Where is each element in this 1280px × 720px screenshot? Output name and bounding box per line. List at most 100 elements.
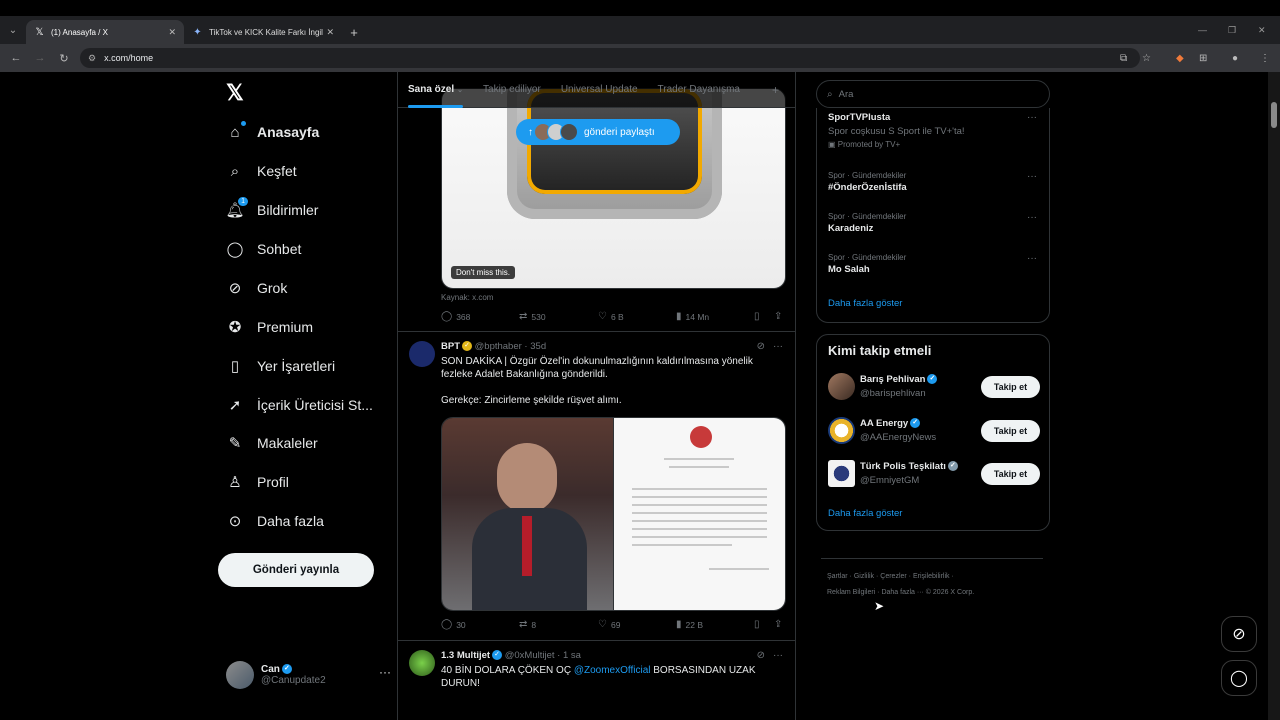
- grok-icon[interactable]: ⊘: [757, 650, 765, 661]
- media-source[interactable]: Kaynak: x.com: [441, 293, 493, 302]
- share-button[interactable]: ⇪: [774, 619, 786, 630]
- install-app-icon[interactable]: ⧉: [1120, 44, 1127, 72]
- tab-search-icon[interactable]: ⌄: [0, 16, 26, 44]
- author-handle[interactable]: @0xMultijet: [505, 650, 555, 661]
- more-icon[interactable]: ···: [773, 650, 783, 661]
- close-icon[interactable]: ✕: [326, 27, 334, 38]
- show-more-link[interactable]: Daha fazla göster: [828, 298, 902, 309]
- nav-bookmarks[interactable]: ▯ Yer İşaretleri: [226, 354, 335, 378]
- back-icon[interactable]: ←: [4, 52, 28, 64]
- grok-icon[interactable]: ⊘: [757, 341, 765, 352]
- photo-politician[interactable]: [442, 418, 613, 610]
- avatar[interactable]: [409, 650, 435, 676]
- footer-links[interactable]: Şartlar · Gizlilik · Çerezler · Erişileb…: [827, 573, 954, 580]
- follow-button[interactable]: Takip et: [981, 376, 1040, 398]
- mention-link[interactable]: @ZoomexOfficial: [574, 665, 651, 676]
- profile-icon[interactable]: ●: [1232, 44, 1238, 72]
- follow-button[interactable]: Takip et: [981, 463, 1040, 485]
- bookmark-button[interactable]: ▯: [754, 619, 764, 630]
- post-text-line: Gerekçe: Zincirleme şekilde rüşvet alımı…: [441, 395, 622, 406]
- more-icon[interactable]: ···: [1027, 253, 1037, 264]
- extension-fox-icon[interactable]: ◆: [1176, 44, 1184, 72]
- nav-chat[interactable]: ◯ Sohbet: [226, 237, 302, 261]
- new-posts-pill[interactable]: ↑ gönderi paylaştı: [516, 119, 680, 145]
- messages-fab-icon[interactable]: ◯: [1221, 660, 1257, 696]
- more-icon[interactable]: ···: [1027, 171, 1037, 182]
- trend-item[interactable]: SporTVPlusta Spor coşkusu S Sport ile TV…: [828, 112, 965, 149]
- trend-item[interactable]: Spor · Gündemdekiler Karadeniz: [828, 212, 906, 234]
- more-icon[interactable]: ···: [379, 665, 391, 679]
- reply-button[interactable]: ◯ 368: [441, 311, 470, 322]
- star-icon[interactable]: ☆: [1142, 44, 1151, 72]
- nav-premium[interactable]: ✪ Premium: [226, 315, 313, 339]
- post-time[interactable]: 35d: [530, 341, 546, 352]
- scrollbar-thumb[interactable]: [1271, 102, 1277, 128]
- extensions-icon[interactable]: ⊞: [1199, 44, 1207, 72]
- tab-for-you[interactable]: Sana özel ⌄: [408, 72, 464, 108]
- bookmark-button[interactable]: ▯: [754, 311, 764, 322]
- avatar[interactable]: [409, 341, 435, 367]
- x-logo-icon[interactable]: 𝕏: [226, 80, 244, 106]
- post-media[interactable]: [441, 417, 786, 611]
- trend-item[interactable]: Spor · Gündemdekiler #ÖnderÖzenİstifa: [828, 171, 907, 193]
- repost-count: 530: [531, 311, 546, 322]
- tab-following[interactable]: Takip ediliyor: [483, 72, 541, 108]
- more-icon[interactable]: ···: [1027, 112, 1037, 123]
- window-close-icon[interactable]: ✕: [1258, 16, 1266, 44]
- new-tab-icon[interactable]: +: [342, 20, 366, 44]
- reply-button[interactable]: ◯ 30: [441, 619, 466, 630]
- search-input[interactable]: ⌕ Ara: [816, 80, 1050, 108]
- nav-articles[interactable]: ✎ Makaleler: [226, 431, 318, 455]
- browser-tab[interactable]: ✦ TikTok ve KICK Kalite Farkı İngil ✕: [184, 20, 342, 44]
- trend-item[interactable]: Spor · Gündemdekiler Mo Salah: [828, 253, 906, 275]
- nav-explore[interactable]: ⌕ Keşfet: [226, 159, 297, 183]
- nav-grok[interactable]: ⊘ Grok: [226, 276, 288, 300]
- repost-button[interactable]: ⇄ 530: [519, 311, 546, 322]
- follow-suggestion[interactable]: Barış Pehlivan ✓ @barispehlivan Takip et: [828, 373, 1040, 403]
- nav-more[interactable]: ⊙ Daha fazla: [226, 509, 324, 533]
- post-text: 40 BİN DOLARA ÇÖKEN OÇ @ZoomexOfficial B…: [441, 664, 786, 690]
- avatar[interactable]: [828, 417, 855, 444]
- scrollbar[interactable]: [1268, 72, 1280, 720]
- post-time[interactable]: 1 sa: [563, 650, 581, 661]
- browser-menu-icon[interactable]: ⋮: [1260, 44, 1270, 72]
- repost-button[interactable]: ⇄ 8: [519, 619, 536, 630]
- author-handle[interactable]: @bpthaber: [475, 341, 522, 352]
- post-button[interactable]: Gönderi yayınla: [218, 553, 374, 587]
- like-button[interactable]: ♡ 6 B: [598, 311, 624, 322]
- avatar[interactable]: [828, 460, 855, 487]
- nav-home[interactable]: ⌂ Anasayfa: [226, 120, 319, 144]
- forward-icon[interactable]: →: [28, 52, 52, 64]
- footer-links[interactable]: Reklam Bilgileri · Daha fazla ··· © 2026…: [827, 589, 974, 596]
- avatar[interactable]: [828, 373, 855, 400]
- nav-notifications[interactable]: 🔔︎ 1 Bildirimler: [225, 197, 318, 222]
- nav-profile[interactable]: ♙ Profil: [226, 470, 289, 494]
- minimize-icon[interactable]: —: [1198, 16, 1207, 44]
- site-info-icon[interactable]: ⚙: [88, 53, 96, 64]
- tab-universal-update[interactable]: Universal Update: [561, 72, 638, 108]
- like-button[interactable]: ♡ 69: [598, 619, 620, 630]
- tab-trader[interactable]: Trader Dayanışma: [658, 72, 740, 108]
- close-icon[interactable]: ✕: [168, 27, 176, 38]
- reload-icon[interactable]: ↻: [52, 52, 76, 65]
- views-button[interactable]: ▮ 22 B: [676, 619, 703, 630]
- maximize-icon[interactable]: ❐: [1228, 16, 1236, 44]
- browser-tab-active[interactable]: 𝕏 (1) Anasayfa / X ✕: [26, 20, 184, 44]
- add-tab-icon[interactable]: +: [772, 83, 779, 97]
- share-button[interactable]: ⇪: [774, 311, 786, 322]
- suggestion-handle: @EmniyetGM: [860, 475, 920, 486]
- nav-creator-studio[interactable]: ➚ İçerik Üreticisi St...: [226, 393, 373, 417]
- more-icon[interactable]: ···: [1027, 212, 1037, 223]
- author-name[interactable]: 1.3 Multijet: [441, 650, 490, 661]
- views-button[interactable]: ▮ 14 Mn: [676, 311, 709, 322]
- grok-fab-icon[interactable]: ⊘: [1221, 616, 1257, 652]
- document-image[interactable]: [613, 418, 785, 610]
- account-switcher[interactable]: Can ✓ @Canupdate2 ···: [226, 655, 391, 695]
- follow-suggestion[interactable]: AA Energy ✓ @AAEnergyNews Takip et: [828, 417, 1040, 447]
- more-icon[interactable]: ···: [773, 341, 783, 352]
- follow-button[interactable]: Takip et: [981, 420, 1040, 442]
- follow-suggestion[interactable]: Türk Polis Teşkilatı ✓ @EmniyetGM Takip e…: [828, 460, 1040, 490]
- show-more-link[interactable]: Daha fazla göster: [828, 508, 902, 519]
- url-field[interactable]: ⚙ x.com/home: [80, 48, 1140, 68]
- author-name[interactable]: BPT: [441, 341, 460, 352]
